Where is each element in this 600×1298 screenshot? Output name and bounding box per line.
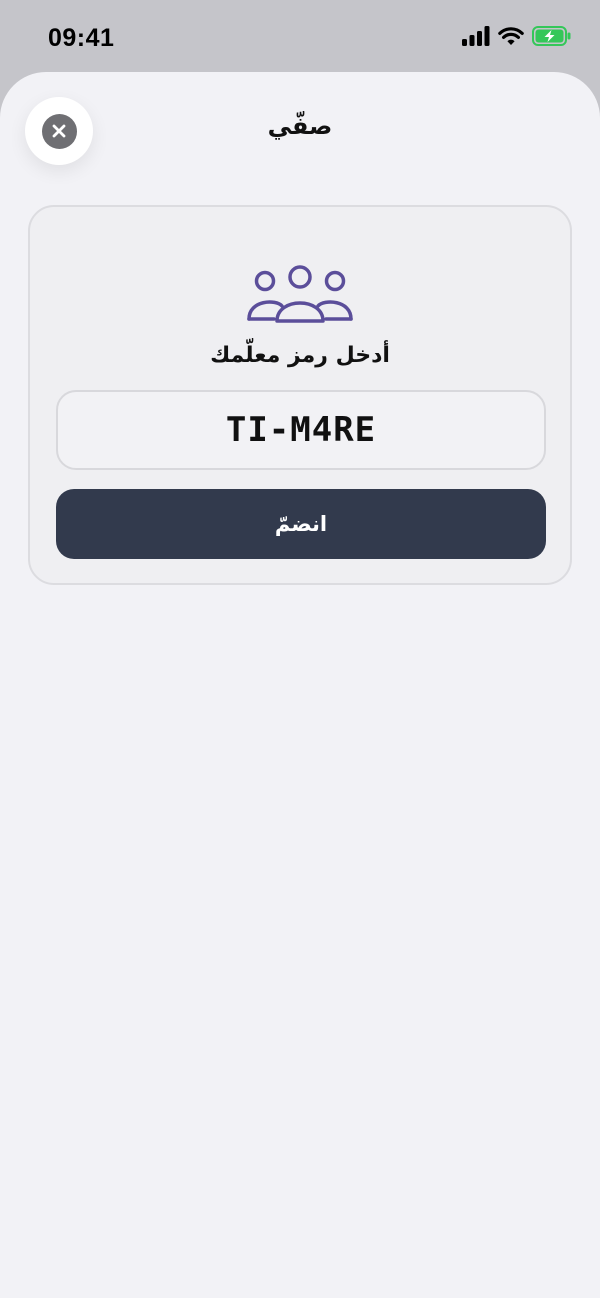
teacher-code-prompt: أدخل رمز معلّمك — [210, 343, 390, 368]
cellular-signal-icon — [462, 26, 490, 50]
join-card: أدخل رمز معلّمك TI-M4RE انضمّ — [28, 205, 572, 585]
status-bar: 09:41 — [0, 0, 600, 76]
teacher-code-field[interactable]: TI-M4RE — [56, 390, 546, 470]
sheet-title: صفّي — [267, 112, 333, 140]
teacher-code-value: TI-M4RE — [225, 410, 377, 450]
group-icon — [246, 265, 354, 323]
battery-charging-icon — [532, 26, 572, 50]
join-class-sheet: صفّي أدخل رمز معلّمك TI-M4RE انضمّ — [0, 72, 600, 1298]
status-icons — [462, 26, 572, 50]
join-button-label: انضمّ — [274, 512, 328, 536]
join-button[interactable]: انضمّ — [56, 489, 546, 559]
status-time: 09:41 — [48, 24, 115, 52]
wifi-icon — [498, 26, 524, 50]
